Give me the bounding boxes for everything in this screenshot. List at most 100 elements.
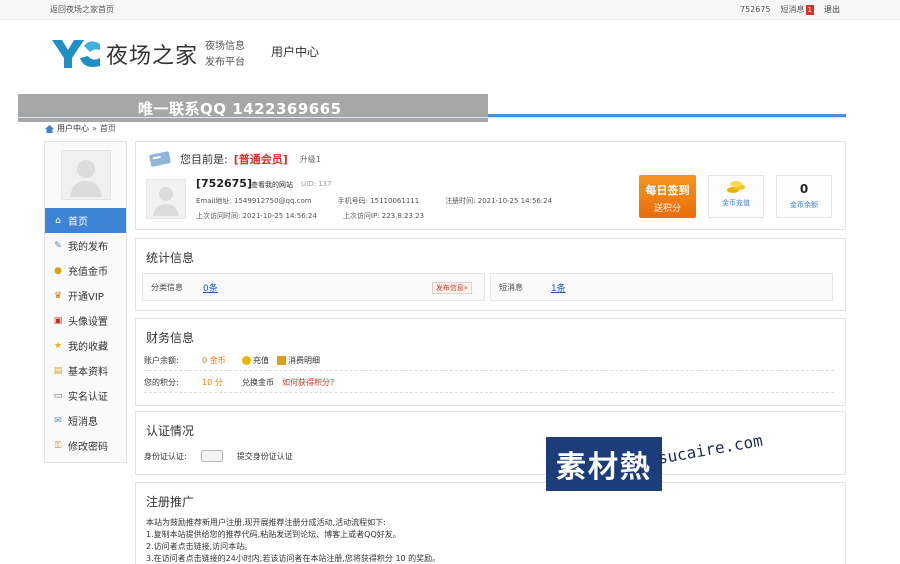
- watermark-brand: 素材熱: [546, 437, 662, 491]
- vip-icon: ♛: [53, 290, 63, 301]
- id-card-icon: [200, 450, 223, 462]
- classified-stat: 分类信息 0条 发布信息»: [142, 273, 485, 301]
- sidebar-avatar[interactable]: [61, 150, 111, 200]
- sidebar-item-recharge[interactable]: ● 充值金币: [45, 258, 126, 283]
- classified-count-link[interactable]: 0条: [203, 281, 218, 294]
- certification-title: 认证情况: [146, 424, 195, 438]
- back-home-link[interactable]: 返回夜场之家首页: [50, 4, 114, 15]
- id-card-icon: ▭: [53, 390, 63, 401]
- finance-panel: 财务信息 账户余额: 0 金币 充值 消费明细 您的积分: 10 分 兑换金币 …: [135, 318, 846, 406]
- member-level: [普通会员]: [233, 153, 288, 166]
- site-logo-text[interactable]: 夜场之家: [106, 38, 198, 70]
- messages-count-link[interactable]: 1条: [551, 281, 566, 294]
- balance-tile[interactable]: 0 金币余额: [776, 175, 832, 218]
- sidebar-item-password[interactable]: ⚿ 修改密码: [45, 433, 126, 458]
- finance-points-row: 您的积分: 10 分 兑换金币 如何获得积分?: [144, 373, 834, 393]
- exchange-coins-link[interactable]: 兑换金币: [242, 377, 274, 388]
- recharge-tile[interactable]: 金币充值: [708, 175, 764, 218]
- avatar-icon: ▣: [53, 315, 63, 326]
- sidebar-item-label: 实名认证: [68, 392, 108, 403]
- sidebar-item-label: 我的发布: [68, 242, 108, 253]
- sidebar-item-messages[interactable]: ✉ 短消息: [45, 408, 126, 433]
- recharge-link-label: 充值: [253, 356, 269, 365]
- promotion-line-1: 本站为鼓励推荐新用户注册,现开展推荐注册分成活动,活动流程如下:: [146, 518, 386, 527]
- list-icon: [277, 356, 286, 365]
- recharge-label: 金币充值: [722, 199, 750, 207]
- sidebar: ⌂ 首页 ✎ 我的发布 ● 充值金币 ♛ 开通VIP ▣ 头像设置 ★ 我的收藏 ▤ 基本资料…: [44, 141, 127, 463]
- site-logo-icon[interactable]: [50, 38, 102, 70]
- daily-sign-in-button[interactable]: 每日签到 送积分: [639, 175, 696, 218]
- stats-title: 统计信息: [146, 251, 195, 265]
- user-links: 查看我的网站 UID: 137: [251, 180, 332, 190]
- finance-balance-row: 账户余额: 0 金币 充值 消费明细: [144, 351, 834, 371]
- sidebar-item-profile[interactable]: ▤ 基本资料: [45, 358, 126, 383]
- promotion-line-4: 3.在访问者点击链接的24小时内,若该访问者在本站注册,您将获得积分 10 的奖…: [146, 554, 441, 563]
- sidebar-item-real-name[interactable]: ▭ 实名认证: [45, 383, 126, 408]
- submit-id-cert-link[interactable]: 提交身份证认证: [237, 451, 293, 462]
- id-cert-row: 身份证认证: 提交身份证认证: [144, 450, 293, 462]
- stats-panel: 统计信息 分类信息 0条 发布信息» 短消息 1条: [135, 238, 846, 311]
- how-get-points-link[interactable]: 如何获得积分?: [282, 377, 334, 388]
- watermark-url: sucaire.com: [656, 430, 765, 468]
- sidebar-item-label: 首页: [68, 217, 88, 228]
- user-register-time: 注册时间: 2021-10-25 14:56:24: [445, 197, 553, 205]
- default-avatar-icon: [70, 160, 102, 197]
- breadcrumb-separator: »: [92, 124, 97, 133]
- id-cert-label: 身份证认证:: [144, 451, 187, 461]
- sign-in-label: 每日签到: [645, 184, 690, 197]
- promotion-line-2: 1.复制本站提供给您的推荐代码,粘贴发送到论坛、博客上或者QQ好友。: [146, 530, 401, 539]
- recharge-link[interactable]: 充值: [242, 355, 269, 366]
- sidebar-item-label: 短消息: [68, 417, 98, 428]
- user-id: [752675]: [196, 177, 252, 190]
- messages-label: 短消息: [499, 282, 523, 292]
- sidebar-item-avatar[interactable]: ▣ 头像设置: [45, 308, 126, 333]
- upgrade-link[interactable]: 升级1: [300, 154, 321, 165]
- nav-divider: [18, 117, 846, 118]
- user-email: Email地址: 1549912750@qq.com: [196, 197, 312, 205]
- finance-points-label: 您的积分:: [144, 378, 179, 387]
- sidebar-item-my-posts[interactable]: ✎ 我的发布: [45, 233, 126, 258]
- balance-value: 0: [799, 182, 809, 196]
- member-card-icon: [149, 151, 171, 167]
- view-site-link[interactable]: 查看我的网站: [251, 180, 293, 190]
- balance-label: 金币余额: [790, 201, 818, 209]
- breadcrumb-user-center[interactable]: 用户中心: [57, 123, 89, 134]
- consume-link-label: 消费明细: [288, 356, 320, 365]
- messages-label: 短消息: [780, 5, 805, 14]
- default-avatar-icon: [153, 187, 179, 216]
- top-messages-link[interactable]: 短消息 1: [781, 4, 814, 15]
- member-prefix: 您目前是:: [180, 153, 228, 166]
- breadcrumb: 用户中心 » 首页: [45, 123, 116, 134]
- finance-balance-label: 账户余额:: [144, 356, 179, 365]
- messages-stat: 短消息 1条: [490, 273, 833, 301]
- sidebar-item-label: 头像设置: [68, 317, 108, 328]
- site-slogan: 夜场信息 发布平台: [205, 39, 245, 71]
- coins-icon: [727, 181, 745, 193]
- post-info-button[interactable]: 发布信息»: [431, 282, 472, 294]
- profile-panel: 您目前是: [普通会员] 升级1 [752675] 查看我的网站 UID: 13…: [135, 141, 846, 230]
- coin-icon: ●: [54, 265, 62, 276]
- watermark: 素材熱 sucaire.com: [546, 431, 791, 497]
- star-icon: ★: [53, 340, 63, 351]
- user-info-row-2: 上次访问时间: 2021-10-25 14:56:24 上次访问IP: 223.…: [196, 211, 424, 221]
- user-avatar[interactable]: [146, 179, 186, 219]
- top-user-links: 752675 短消息 1 退出: [740, 4, 840, 15]
- member-status: 您目前是: [普通会员] 升级1: [148, 151, 321, 167]
- finance-title: 财务信息: [146, 331, 195, 345]
- sidebar-item-home[interactable]: ⌂ 首页: [45, 208, 126, 233]
- finance-balance-value: 0 金币: [202, 356, 226, 365]
- top-user-id[interactable]: 752675: [740, 5, 771, 14]
- sidebar-item-label: 充值金币: [68, 267, 108, 278]
- user-phone: 手机号码: 15110061111: [337, 197, 420, 205]
- logout-link[interactable]: 退出: [824, 4, 840, 15]
- finance-points-value: 10 分: [202, 378, 223, 387]
- classified-label: 分类信息: [151, 282, 183, 292]
- sidebar-item-label: 修改密码: [68, 442, 108, 453]
- promotion-title: 注册推广: [146, 495, 195, 509]
- coin-icon: [242, 356, 251, 365]
- message-icon: ✉: [54, 415, 62, 426]
- consume-detail-link[interactable]: 消费明细: [277, 355, 320, 366]
- sidebar-item-favorites[interactable]: ★ 我的收藏: [45, 333, 126, 358]
- sidebar-item-vip[interactable]: ♛ 开通VIP: [45, 283, 126, 308]
- slogan-line-2: 发布平台: [205, 57, 245, 68]
